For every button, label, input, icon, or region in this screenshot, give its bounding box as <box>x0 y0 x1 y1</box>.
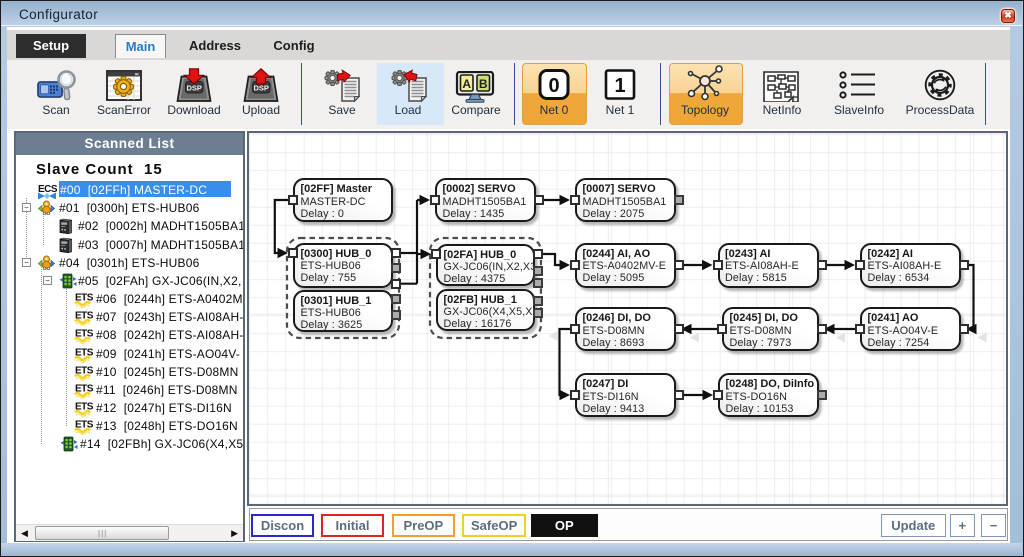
svg-text:A: A <box>462 77 471 91</box>
svg-text:DSP: DSP <box>253 84 268 93</box>
svg-text:ECS: ECS <box>38 184 57 195</box>
svg-text:DSP: DSP <box>186 84 201 93</box>
svg-text:0: 0 <box>548 75 559 97</box>
svg-text:1: 1 <box>614 75 625 97</box>
svg-text:B: B <box>479 77 488 91</box>
